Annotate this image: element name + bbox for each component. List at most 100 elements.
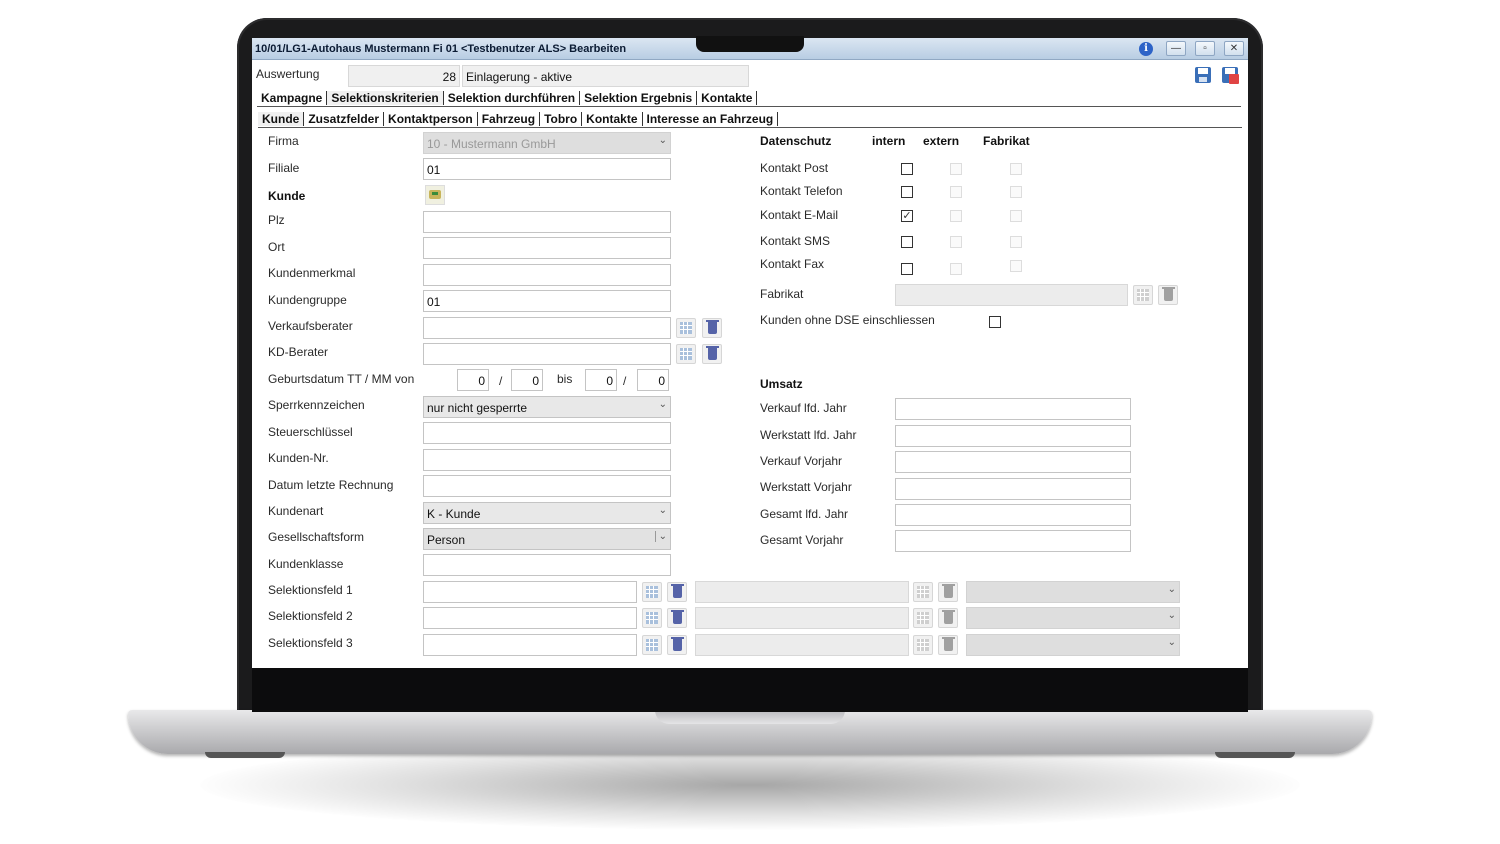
selektionsfeld-2-picker-2-button [913,608,933,628]
grid-list-icon [680,322,692,334]
main-tab-bar: Kampagne Selektionskriterien Selektion d… [257,90,758,106]
gesellschaftsform-label: Gesellschaftsform [268,530,365,544]
kunde-header: Kunde [268,189,306,203]
kundenmerkmal-input[interactable] [423,264,671,286]
grid-list-icon [646,586,658,598]
subtab-kunde[interactable]: Kunde [258,112,305,126]
grid-list-icon [917,612,929,624]
subtab-tobro[interactable]: Tobro [540,112,583,126]
maximize-icon[interactable]: ▫ [1195,41,1215,56]
datum-letzte-rechnung-input[interactable] [423,475,671,497]
fabrikat-label: Fabrikat [760,287,804,301]
grid-list-icon [917,586,929,598]
subtab-fahrzeug[interactable]: Fahrzeug [478,112,541,126]
kundenklasse-input[interactable] [423,554,671,576]
ort-label: Ort [268,240,285,254]
customer-search-icon[interactable] [425,185,445,205]
kontakt-telefon-extern-checkbox [950,186,962,198]
filiale-input[interactable]: 01 [423,158,671,180]
werkstatt-lfd-jahr-input[interactable] [895,425,1131,447]
selektionsfeld-3-input[interactable] [423,634,637,656]
selektionsfeld-1-picker-button[interactable] [642,582,662,602]
selektionsfeld-1-picker-2-button [913,582,933,602]
laptop-chin [252,668,1248,712]
kontakt-telefon-label: Kontakt Telefon [760,184,843,198]
subtab-kontaktperson[interactable]: Kontaktperson [384,112,478,126]
werkstatt-vorjahr-input[interactable] [895,478,1131,500]
gesamt-vorjahr-input[interactable] [895,530,1131,552]
trash-icon [706,320,719,334]
kontakt-fax-intern-checkbox[interactable] [901,263,913,275]
verkaufsberater-delete-button[interactable] [702,318,722,338]
info-icon[interactable]: i [1139,42,1153,56]
selektionsfeld-3-picker-button[interactable] [642,635,662,655]
firma-select: 10 - Mustermann GmbH ⌄ [423,132,671,154]
subtab-kontakte[interactable]: Kontakte [582,112,643,126]
selektionsfeld-1-select: ⌄ [966,581,1180,603]
selektionsfeld-3-picker-2-button [913,635,933,655]
grid-list-icon [1137,289,1149,301]
steuerschluessel-input[interactable] [423,422,671,444]
tab-selektion-durchfuehren[interactable]: Selektion durchführen [444,91,581,105]
kontakt-email-intern-checkbox[interactable]: ✓ [901,210,913,222]
kd-berater-picker-button[interactable] [676,344,696,364]
laptop-foot [1215,752,1295,758]
selektionsfeld-1-delete-button[interactable] [667,582,687,602]
camera-notch [696,36,804,52]
plz-input[interactable] [423,211,671,233]
grid-list-icon [680,348,692,360]
selektionsfeld-1-input[interactable] [423,581,637,603]
save-calendar-icon[interactable] [1220,65,1240,85]
bis-label: bis [557,372,573,386]
selektionsfeld-2-input[interactable] [423,607,637,629]
tab-kampagne[interactable]: Kampagne [257,91,328,105]
geburtsdatum-von-mm[interactable]: 0 [511,369,543,391]
kunden-nr-input[interactable] [423,449,671,471]
selektionsfeld-2-delete-button[interactable] [667,608,687,628]
selektionsfeld-2-picker-button[interactable] [642,608,662,628]
gesellschaftsform-select[interactable]: Person ⌄ [423,528,671,550]
kontakt-fax-extern-checkbox [950,263,962,275]
kundenart-select[interactable]: K - Kunde ⌄ [423,502,671,524]
date-separator: / [623,374,627,388]
tab-kontakte[interactable]: Kontakte [697,91,758,105]
kundenmerkmal-label: Kundenmerkmal [268,266,356,280]
werkstatt-lfd-jahr-label: Werkstatt lfd. Jahr [760,428,857,442]
kontakt-email-fabrikat-checkbox [1010,210,1022,222]
verkauf-vorjahr-input[interactable] [895,451,1131,473]
auswertung-number: 28 [348,65,460,87]
grid-list-icon [646,612,658,624]
verkaufsberater-picker-button[interactable] [676,318,696,338]
verkaufsberater-input[interactable] [423,317,671,339]
kd-berater-input[interactable] [423,343,671,365]
trash-icon [671,610,684,624]
kunden-ohne-dse-checkbox[interactable] [989,316,1001,328]
close-icon[interactable]: ✕ [1224,41,1244,56]
sperrkennzeichen-select[interactable]: nur nicht gesperrte ⌄ [423,396,671,418]
kundengruppe-input[interactable]: 01 [423,290,671,312]
geburtsdatum-bis-tt[interactable]: 0 [585,369,617,391]
selektionsfeld-3-delete-button[interactable] [667,635,687,655]
subtab-zusatzfelder[interactable]: Zusatzfelder [304,112,385,126]
sub-tab-bar: Kunde Zusatzfelder Kontaktperson Fahrzeu… [258,111,779,127]
verkaufsberater-label: Verkaufsberater [268,319,353,333]
geburtsdatum-bis-mm[interactable]: 0 [637,369,669,391]
kontakt-telefon-intern-checkbox[interactable] [901,186,913,198]
tab-divider [257,106,1241,107]
save-icon[interactable] [1193,65,1213,85]
kd-berater-delete-button[interactable] [702,344,722,364]
trash-icon [671,584,684,598]
kontakt-sms-intern-checkbox[interactable] [901,236,913,248]
tab-selektion-ergebnis[interactable]: Selektion Ergebnis [580,91,698,105]
minimize-icon[interactable]: — [1166,41,1186,56]
subtab-interesse-an-fahrzeug[interactable]: Interesse an Fahrzeug [643,112,779,126]
trash-icon [671,637,684,651]
ort-input[interactable] [423,237,671,259]
geburtsdatum-von-tt[interactable]: 0 [457,369,489,391]
tab-selektionskriterien[interactable]: Selektionskriterien [327,91,444,105]
verkauf-lfd-jahr-input[interactable] [895,398,1131,420]
steuerschluessel-label: Steuerschlüssel [268,425,353,439]
kontakt-post-intern-checkbox[interactable] [901,163,913,175]
gesamt-lfd-jahr-input[interactable] [895,504,1131,526]
kunden-ohne-dse-label: Kunden ohne DSE einschliessen [760,313,935,327]
